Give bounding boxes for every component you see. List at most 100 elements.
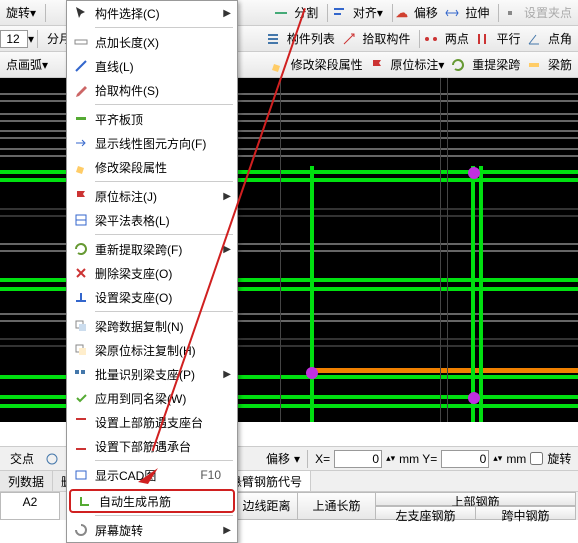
- menu-apply-same[interactable]: 应用到同名梁(W): [67, 386, 237, 410]
- set-clamp-button[interactable]: 设置夹点: [520, 2, 576, 23]
- menu-level-slab[interactable]: 平齐板顶: [67, 107, 237, 131]
- re-extract-span-button[interactable]: 重提梁跨: [468, 54, 524, 75]
- beam-node[interactable]: [468, 167, 480, 179]
- menu-separator: [95, 311, 233, 312]
- picker-icon: [341, 31, 357, 47]
- menu-screen-rotate[interactable]: 屏幕旋转▶: [67, 518, 237, 542]
- snap-icon: [44, 451, 60, 467]
- beam-vertical[interactable]: [479, 166, 483, 422]
- chevron-right-icon: ▶: [223, 369, 231, 380]
- angle-icon: [526, 31, 542, 47]
- support-icon: [73, 289, 89, 305]
- x-icon: [73, 265, 89, 281]
- menu-component-select[interactable]: 构件选择(C)▶: [67, 1, 237, 25]
- mm-label: mm: [506, 452, 526, 466]
- offset-button[interactable]: 偏移: [410, 2, 442, 23]
- menu-pick[interactable]: 拾取构件(S): [67, 78, 237, 102]
- menu-line[interactable]: 直线(L): [67, 54, 237, 78]
- rotate-checkbox[interactable]: [530, 452, 543, 465]
- grid-vertical: [280, 78, 281, 422]
- split-button[interactable]: 分割: [290, 2, 322, 23]
- two-points-button[interactable]: 两点: [441, 28, 473, 49]
- grid-vertical: [440, 78, 441, 422]
- x-input[interactable]: [334, 450, 382, 468]
- menu-re-extract[interactable]: 重新提取梁跨(F)▶: [67, 237, 237, 261]
- rotate-label: 旋转: [6, 4, 30, 21]
- spinner-icon[interactable]: ▴▾: [493, 453, 502, 464]
- stirrup-icon: [77, 493, 93, 509]
- col-left-seat[interactable]: 左支座钢筋: [376, 506, 476, 520]
- chevron-right-icon: ▶: [223, 8, 231, 19]
- rebar-button[interactable]: 梁筋: [544, 54, 576, 75]
- font-size-select[interactable]: [0, 30, 28, 48]
- stretch-button[interactable]: 拉伸: [461, 2, 493, 23]
- apply-icon: [73, 390, 89, 406]
- menu-beam-table[interactable]: 梁平法表格(L): [67, 208, 237, 232]
- col-upper-full[interactable]: 上通长筋: [298, 492, 376, 520]
- tab-column-data[interactable]: 列数据: [0, 471, 53, 491]
- menu-in-situ[interactable]: 原位标注(J)▶: [67, 184, 237, 208]
- col-edge-distance[interactable]: 边线距离: [236, 492, 298, 520]
- arc-button[interactable]: 点画弧 ▾: [2, 54, 52, 75]
- intersection-button[interactable]: 交点: [6, 448, 38, 469]
- table-icon: [73, 212, 89, 228]
- cloud-icon: ☁: [396, 6, 408, 20]
- col-span-mid[interactable]: 跨中钢筋: [476, 506, 576, 520]
- beam-node[interactable]: [306, 367, 318, 379]
- menu-annot-copy[interactable]: 梁原位标注复制(H): [67, 338, 237, 362]
- menu-separator: [95, 460, 233, 461]
- split-icon: [273, 5, 289, 21]
- line-icon: [73, 58, 89, 74]
- align-button[interactable]: 对齐 ▾: [349, 2, 387, 23]
- batch-icon: [73, 366, 89, 382]
- in-situ-annotation-button[interactable]: 原位标注 ▾: [386, 54, 448, 75]
- copy2-icon: [73, 342, 89, 358]
- rotate-button[interactable]: 旋转 ▾: [2, 2, 40, 23]
- arrow-head-icon: [136, 468, 158, 493]
- copy-icon: [73, 318, 89, 334]
- beam-vertical[interactable]: [471, 166, 475, 422]
- refresh-icon: [450, 57, 466, 73]
- separator: [392, 4, 393, 22]
- separator: [419, 30, 420, 48]
- separator: [37, 30, 38, 48]
- y-input[interactable]: [441, 450, 489, 468]
- eyedropper-icon: [73, 82, 89, 98]
- cell-a2[interactable]: A2: [0, 492, 60, 520]
- parallel-button[interactable]: 平行: [492, 28, 524, 49]
- menu-set-upper[interactable]: 设置上部筋遇支座台: [67, 410, 237, 434]
- separator: [307, 450, 308, 468]
- slab-icon: [73, 111, 89, 127]
- separator: [45, 4, 46, 22]
- two-points-icon: [423, 31, 439, 47]
- beam-node[interactable]: [468, 392, 480, 404]
- offset-label: 偏移: [266, 450, 290, 467]
- rotate-label: 旋转: [547, 450, 571, 467]
- menu-modify-beam[interactable]: 修改梁段属性: [67, 155, 237, 179]
- menu-span-copy[interactable]: 梁跨数据复制(N): [67, 314, 237, 338]
- shortcut-label: F10: [200, 468, 221, 482]
- menu-batch-recognize[interactable]: 批量识别梁支座(P)▶: [67, 362, 237, 386]
- separator: [327, 4, 328, 22]
- stretch-icon: [444, 5, 460, 21]
- cursor-icon: [73, 5, 89, 21]
- cad-icon: [73, 467, 89, 483]
- chevron-right-icon: ▶: [223, 525, 231, 536]
- menu-show-direction[interactable]: 显示线性图元方向(F): [67, 131, 237, 155]
- modify-beam-attr-button[interactable]: 修改梁段属性: [287, 54, 367, 75]
- up-rebar-icon: [73, 414, 89, 430]
- x-label: X=: [315, 452, 330, 466]
- menu-set-support[interactable]: 设置梁支座(O): [67, 285, 237, 309]
- down-rebar-icon: [73, 438, 89, 454]
- beam-vertical[interactable]: [310, 166, 314, 422]
- menu-separator: [95, 104, 233, 105]
- spinner-icon[interactable]: ▴▾: [386, 453, 395, 464]
- menu-point-length[interactable]: 点加长度(X): [67, 30, 237, 54]
- separator: [498, 4, 499, 22]
- beam-orange[interactable]: [310, 368, 578, 373]
- point-angle-button[interactable]: 点角: [544, 28, 576, 49]
- align-icon: [331, 5, 347, 21]
- chevron-right-icon: ▶: [223, 191, 231, 202]
- menu-separator: [95, 181, 233, 182]
- pick-component-button[interactable]: 拾取构件: [358, 28, 414, 49]
